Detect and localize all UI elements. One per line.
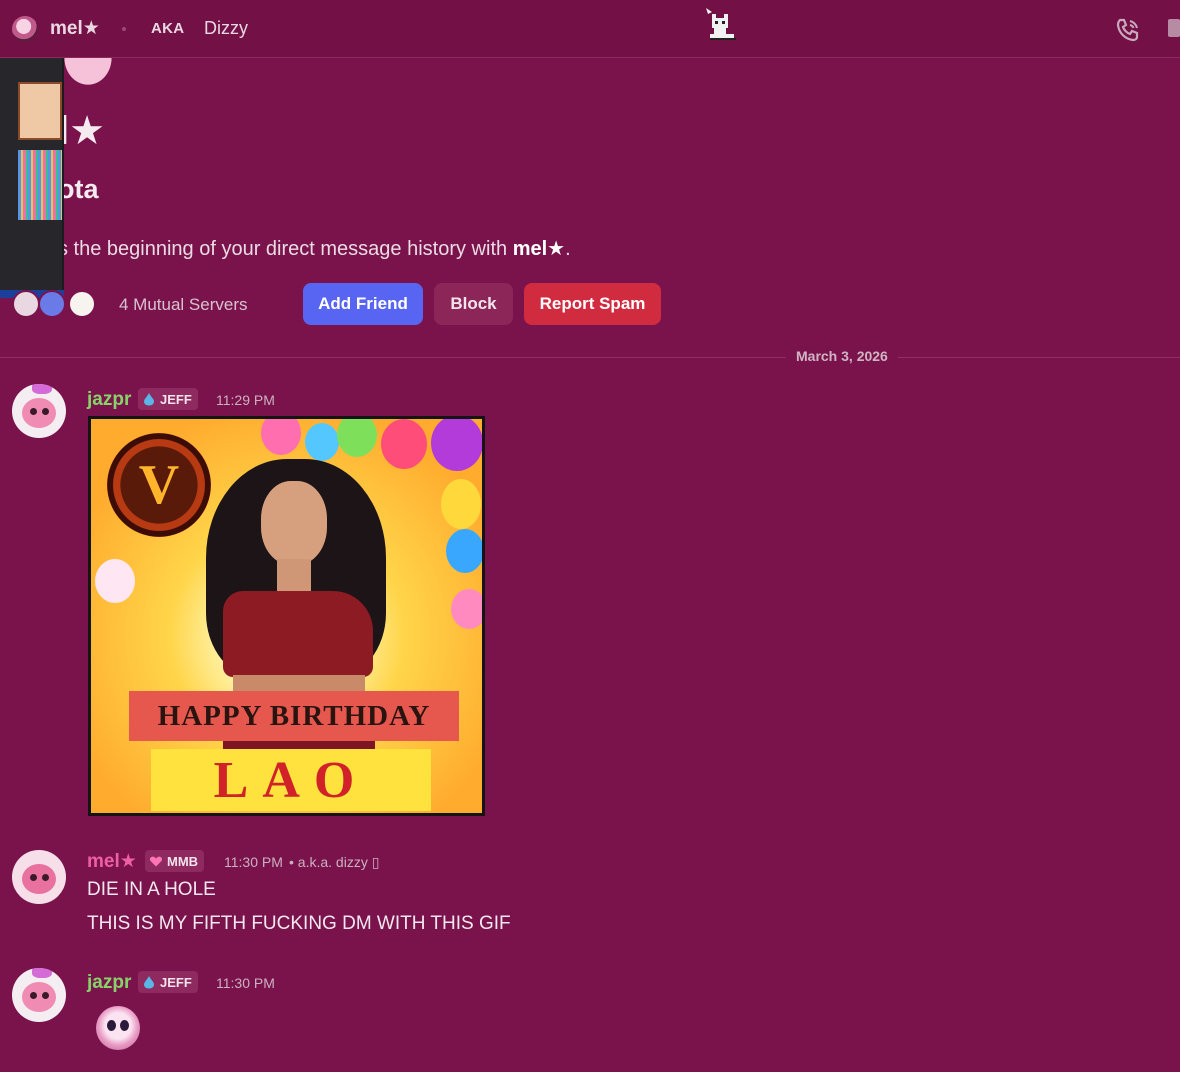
emoji-eye	[120, 1020, 129, 1031]
profile-display-name: l★	[58, 109, 105, 153]
heart-icon	[149, 856, 163, 867]
balloon	[451, 589, 482, 629]
balloon	[381, 419, 427, 469]
emoji-eye	[107, 1020, 116, 1031]
palette-grid-image	[18, 150, 62, 220]
message-meta: • a.k.a. dizzy ▯	[289, 854, 380, 870]
avatar-eye	[42, 874, 49, 881]
birthday-gif[interactable]: V HAPPY BIRTHDAY LAO	[88, 416, 485, 816]
gif-banner-text: HAPPY BIRTHDAY	[129, 691, 459, 741]
role-tag-label: JEFF	[160, 391, 192, 407]
water-drop-icon	[144, 393, 154, 406]
avatar-face	[22, 982, 56, 1012]
balloon	[431, 419, 482, 471]
intro-prefix: s the beginning of your direct message h…	[58, 238, 513, 260]
avatar-face	[22, 864, 56, 894]
message-timestamp[interactable]: 11:29 PM	[216, 392, 275, 408]
dm-intro-text: s the beginning of your direct message h…	[58, 236, 571, 261]
aka-label: AKA	[151, 20, 185, 37]
avatar-eye	[42, 408, 49, 415]
message-line: DIE IN A HOLE	[87, 879, 216, 900]
role-tag[interactable]: JEFF	[138, 971, 198, 993]
coffee-cup-icon	[68, 290, 96, 318]
profile-avatar[interactable]	[58, 58, 118, 92]
video-call-icon[interactable]	[1168, 19, 1180, 37]
avatar-eye	[30, 992, 37, 999]
message-timestamp[interactable]: 11:30 PM	[216, 975, 275, 991]
gif-logo-badge: V	[107, 433, 211, 537]
message-author[interactable]: jazpr	[87, 389, 131, 411]
date-divider-label: March 3, 2026	[786, 348, 898, 364]
block-button[interactable]: Block	[434, 283, 513, 325]
server-icon	[38, 290, 66, 318]
date-divider-line	[0, 357, 1180, 358]
mutual-servers-link[interactable]: 4 Mutual Servers	[119, 295, 248, 315]
pixel-cat-icon	[706, 8, 736, 40]
profile-username: ota	[58, 174, 99, 204]
intro-name: mel★	[512, 238, 566, 260]
message-author[interactable]: jazpr	[87, 972, 131, 994]
intro-suffix: .	[565, 238, 571, 260]
bow-icon	[32, 384, 52, 394]
overlay-window-thumbnail	[0, 58, 64, 298]
header-username[interactable]: mel★	[50, 17, 100, 40]
pixel-character-image	[18, 82, 62, 140]
avatar[interactable]	[12, 968, 66, 1022]
avatar-eye	[42, 992, 49, 999]
woman-face	[261, 481, 327, 565]
message-timestamp[interactable]: 11:30 PM	[224, 854, 283, 870]
avatar[interactable]	[12, 384, 66, 438]
balloon	[441, 479, 481, 529]
avatar[interactable]	[12, 850, 66, 904]
balloon	[446, 529, 482, 573]
gif-name-text: LAO	[151, 749, 431, 811]
server-icon	[12, 290, 40, 318]
role-tag[interactable]: JEFF	[138, 388, 198, 410]
add-friend-button[interactable]: Add Friend	[303, 283, 423, 325]
bow-icon	[32, 968, 52, 978]
role-tag[interactable]: MMB	[145, 850, 205, 872]
message-line: THIS IS MY FIFTH FUCKING DM WITH THIS GI…	[87, 913, 511, 934]
role-tag-label: JEFF	[160, 974, 192, 990]
report-spam-button[interactable]: Report Spam	[524, 283, 661, 325]
water-drop-icon	[144, 976, 154, 989]
crying-emoji-icon[interactable]	[96, 1006, 140, 1050]
balloon	[261, 419, 301, 455]
separator-dot	[122, 27, 126, 31]
role-tag-label: MMB	[167, 853, 199, 869]
gif-content: V HAPPY BIRTHDAY LAO	[91, 419, 482, 813]
avatar-face	[22, 398, 56, 428]
channel-header: mel★ AKA Dizzy	[0, 0, 1180, 58]
start-call-icon[interactable]	[1114, 16, 1142, 44]
header-avatar[interactable]	[12, 16, 38, 42]
mutual-server-avatars[interactable]	[12, 290, 102, 320]
avatar-eye	[30, 874, 37, 881]
aka-value: Dizzy	[204, 18, 248, 38]
woman-top	[223, 591, 373, 677]
balloon	[305, 423, 339, 461]
balloon	[95, 559, 135, 603]
message-author[interactable]: mel★	[87, 850, 137, 873]
balloon	[337, 419, 377, 457]
avatar-eye	[30, 408, 37, 415]
